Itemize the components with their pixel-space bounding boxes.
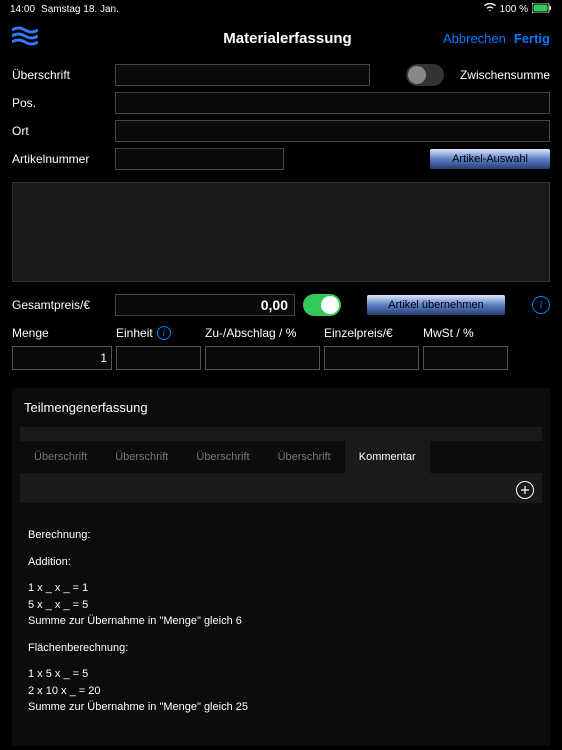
tab-content-area bbox=[20, 473, 542, 503]
einheit-header: Einheit bbox=[116, 326, 153, 340]
wifi-icon bbox=[484, 3, 496, 15]
calc-title: Berechnung: bbox=[28, 527, 534, 544]
nav-title: Materialerfassung bbox=[132, 30, 443, 47]
status-bar: 14:00 Samstag 18. Jan. 100 % bbox=[0, 0, 562, 18]
article-select-button[interactable]: Artikel-Auswahl bbox=[430, 149, 550, 169]
tab-row: Überschrift Überschrift Überschrift Über… bbox=[20, 441, 542, 473]
calc-area-sum: Summe zur Übernahme in "Menge" gleich 25 bbox=[28, 699, 534, 716]
article-number-label: Artikelnummer bbox=[12, 152, 107, 166]
subtotal-toggle-label: Zwischensumme bbox=[460, 68, 550, 82]
calc-area-title: Flächenberechnung: bbox=[28, 640, 534, 657]
cancel-button[interactable]: Abbrechen bbox=[443, 31, 506, 46]
menge-input[interactable] bbox=[12, 346, 112, 370]
calculation-block: Berechnung: Addition: 1 x _ x _ = 1 5 x … bbox=[20, 503, 542, 734]
calc-addition-title: Addition: bbox=[28, 554, 534, 571]
price-toggle[interactable] bbox=[303, 294, 341, 316]
tab-heading-1[interactable]: Überschrift bbox=[20, 441, 101, 473]
zuschlag-input[interactable] bbox=[205, 346, 320, 370]
nav-bar: Materialerfassung Abbrechen Fertig bbox=[0, 18, 562, 58]
total-price-label: Gesamtpreis/€ bbox=[12, 298, 107, 312]
mwst-header: MwSt / % bbox=[423, 326, 508, 340]
pos-label: Pos. bbox=[12, 96, 107, 110]
price-info-icon[interactable]: i bbox=[532, 296, 550, 314]
partial-quantity-title: Teilmengenerfassung bbox=[20, 400, 542, 415]
einzelpreis-input[interactable] bbox=[324, 346, 419, 370]
calc-area-line-2: 2 x 10 x _ = 20 bbox=[28, 683, 534, 700]
pos-input[interactable] bbox=[115, 92, 550, 114]
heading-label: Überschrift bbox=[12, 68, 107, 82]
description-textarea[interactable] bbox=[12, 182, 550, 282]
tab-heading-3[interactable]: Überschrift bbox=[182, 441, 263, 473]
subtotal-toggle[interactable] bbox=[406, 64, 444, 86]
battery-text: 100 % bbox=[500, 4, 528, 15]
ort-label: Ort bbox=[12, 124, 107, 138]
battery-icon bbox=[532, 3, 552, 16]
einzelpreis-header: Einzelpreis/€ bbox=[324, 326, 419, 340]
tab-comment[interactable]: Kommentar bbox=[345, 441, 430, 473]
add-icon[interactable] bbox=[516, 481, 534, 499]
app-logo-icon bbox=[12, 33, 38, 50]
einheit-input[interactable] bbox=[116, 346, 201, 370]
mwst-input[interactable] bbox=[423, 346, 508, 370]
einheit-info-icon[interactable]: i bbox=[157, 326, 171, 340]
total-price-input[interactable] bbox=[115, 294, 295, 316]
calc-add-line-2: 5 x _ x _ = 5 bbox=[28, 597, 534, 614]
tab-heading-2[interactable]: Überschrift bbox=[101, 441, 182, 473]
adopt-article-button[interactable]: Artikel übernehmen bbox=[367, 295, 505, 315]
ort-input[interactable] bbox=[115, 120, 550, 142]
partial-quantity-bar bbox=[20, 427, 542, 441]
heading-input[interactable] bbox=[115, 64, 370, 86]
calc-add-sum: Summe zur Übernahme in "Menge" gleich 6 bbox=[28, 613, 534, 630]
status-time: 14:00 bbox=[10, 4, 35, 15]
status-date: Samstag 18. Jan. bbox=[41, 4, 119, 15]
article-number-input[interactable] bbox=[115, 148, 284, 170]
tab-heading-4[interactable]: Überschrift bbox=[264, 441, 345, 473]
calc-area-line-1: 1 x 5 x _ = 5 bbox=[28, 666, 534, 683]
calc-add-line-1: 1 x _ x _ = 1 bbox=[28, 580, 534, 597]
done-button[interactable]: Fertig bbox=[514, 31, 550, 46]
zuschlag-header: Zu-/Abschlag / % bbox=[205, 326, 320, 340]
menge-header: Menge bbox=[12, 326, 112, 340]
